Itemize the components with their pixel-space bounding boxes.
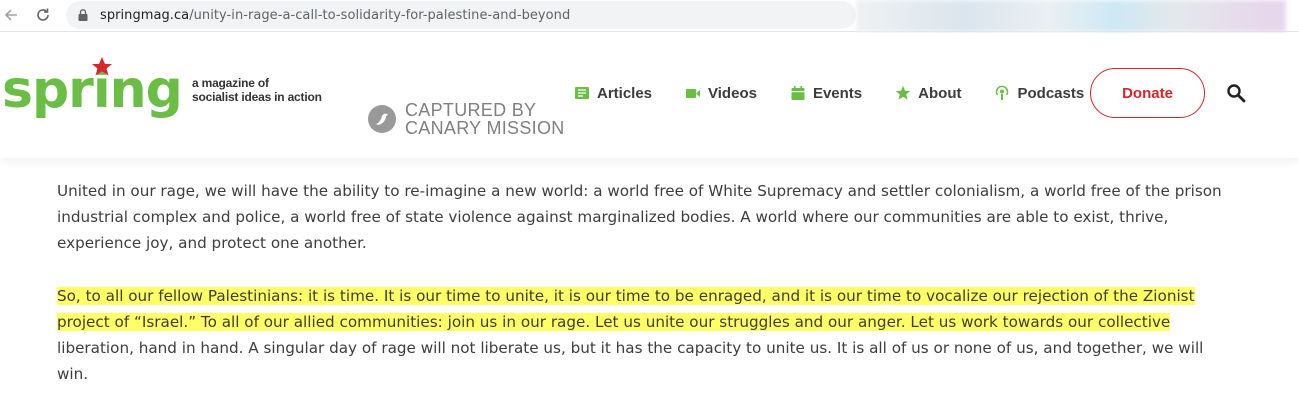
highlighted-text: So, to all our fellow Palestinians: it i… xyxy=(57,287,1195,331)
watermark: CAPTURED BY CANARY MISSION xyxy=(367,101,565,137)
nav-events[interactable]: Events xyxy=(790,85,862,102)
nav-videos-label: Videos xyxy=(708,84,757,102)
article-paragraph-1: United in our rage, we will have the abi… xyxy=(57,182,1222,252)
canary-bird-icon xyxy=(368,105,396,133)
nav-articles[interactable]: Articles xyxy=(574,85,652,102)
search-icon[interactable] xyxy=(1226,83,1246,103)
nav-podcasts[interactable]: Podcasts xyxy=(994,85,1084,102)
tagline-line2: socialist ideas in action xyxy=(192,90,322,104)
paragraph-2-rest: liberation, hand in hand. A singular day… xyxy=(57,339,1204,383)
article-paragraph-2: So, to all our fellow Palestinians: it i… xyxy=(57,283,1237,387)
spring-logo[interactable]: spring xyxy=(2,55,184,127)
url-path: /unity-in-rage-a-call-to-solidarity-for-… xyxy=(189,7,571,23)
article-body: United in our rage, we will have the abi… xyxy=(57,178,1237,409)
video-camera-icon xyxy=(686,89,701,98)
star-icon xyxy=(895,85,911,100)
main-navigation: Articles Videos Events About Podcasts xyxy=(574,68,1117,118)
podcast-icon xyxy=(996,85,1009,100)
watermark-line2: CANARY MISSION xyxy=(405,118,565,138)
tagline-line1: a magazine of xyxy=(192,76,269,90)
blurred-extension-area xyxy=(856,0,1286,32)
nav-videos[interactable]: Videos xyxy=(685,85,757,102)
site-header: spring a magazine of socialist ideas in … xyxy=(0,33,1299,158)
nav-podcasts-label: Podcasts xyxy=(1017,84,1085,102)
logo-wordmark: spring xyxy=(2,60,182,120)
nav-about-label: About xyxy=(918,84,962,102)
nav-events-label: Events xyxy=(812,84,863,102)
site-tagline: a magazine of socialist ideas in action xyxy=(192,76,322,104)
browser-toolbar: springmag.ca/unity-in-rage-a-call-to-sol… xyxy=(0,0,1299,32)
donate-button[interactable]: Donate xyxy=(1090,68,1205,118)
calendar-icon xyxy=(791,86,805,100)
nav-articles-label: Articles xyxy=(597,84,653,102)
back-arrow-icon[interactable] xyxy=(0,4,22,26)
watermark-line1: CAPTURED BY xyxy=(405,100,537,120)
address-bar[interactable]: springmag.ca/unity-in-rage-a-call-to-sol… xyxy=(66,1,856,29)
lock-icon xyxy=(78,9,88,21)
articles-icon xyxy=(575,87,589,99)
url-domain: springmag.ca xyxy=(100,7,190,23)
url-text: springmag.ca/unity-in-rage-a-call-to-sol… xyxy=(100,8,570,23)
nav-about[interactable]: About xyxy=(895,85,961,102)
reload-icon[interactable] xyxy=(32,4,54,26)
